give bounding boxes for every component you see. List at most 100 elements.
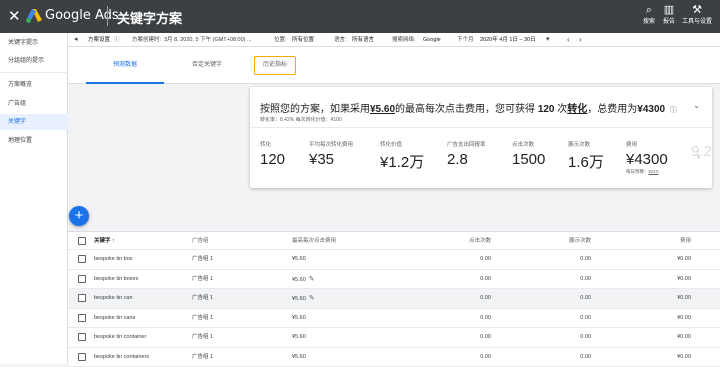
reports-button[interactable]: ▥ 报告 bbox=[658, 4, 680, 26]
info-icon[interactable]: ⓘ bbox=[114, 33, 120, 47]
keyword-cell[interactable]: bespoke tin containers bbox=[94, 348, 149, 367]
headline-prefix: 按照您的方案，如果采用 bbox=[260, 104, 370, 115]
headline-total-cost: ¥4300 bbox=[637, 104, 665, 115]
metric-conversions: 转化 120 bbox=[260, 140, 285, 168]
tools-settings-label: 工具与设置 bbox=[682, 19, 712, 25]
keyword-cell[interactable]: bespoke tin container bbox=[94, 328, 146, 347]
table-row[interactable]: bespoke tin container 广告组 1 ¥5.60 0.00 0… bbox=[68, 328, 720, 348]
forecast-tabs: 预测数据 否定关键字 历史指标 bbox=[68, 47, 720, 84]
column-header-ad-group[interactable]: 广告组 bbox=[192, 232, 209, 249]
keyword-cell[interactable]: bespoke tin box bbox=[94, 250, 133, 269]
cost-cell: ¥0.00 bbox=[595, 289, 691, 308]
daily-budget-value[interactable]: ¥210 bbox=[649, 169, 659, 174]
max-cpc-value: ¥5.60 bbox=[292, 296, 306, 302]
plan-settings-label[interactable]: 方案设置 bbox=[88, 33, 110, 47]
sidebar-item-grouped-ideas[interactable]: 分组组的提示 bbox=[0, 53, 68, 69]
max-cpc-cell[interactable]: ¥5.60 bbox=[292, 309, 306, 328]
column-header-impressions[interactable]: 展示次数 bbox=[495, 232, 591, 249]
ad-group-cell[interactable]: 广告组 1 bbox=[192, 250, 213, 269]
table-row[interactable]: bespoke tin can 广告组 1 ¥5.60✎ 0.00 0.00 ¥… bbox=[68, 289, 720, 309]
table-row[interactable]: bespoke tin box 广告组 1 ¥5.60 0.00 0.00 ¥0… bbox=[68, 250, 720, 270]
row-checkbox[interactable] bbox=[78, 314, 86, 322]
plan-settings-bar: ◂ 方案设置 ⓘ 方案创建时: 3月 8, 2020, 5 下午 (GMT+08… bbox=[68, 33, 720, 47]
clicks-cell: 0.00 bbox=[395, 270, 491, 289]
search-button[interactable]: ⌕ 搜索 bbox=[638, 4, 660, 26]
cost-cell: ¥0.00 bbox=[595, 270, 691, 289]
reports-label: 报告 bbox=[663, 19, 675, 25]
max-cpc-cell[interactable]: ¥5.60✎ bbox=[292, 289, 315, 308]
column-header-keyword[interactable]: 关键字 ↑ bbox=[94, 232, 115, 249]
select-all-checkbox[interactable] bbox=[78, 237, 86, 245]
created-value[interactable]: 3月 8, 2020, 5 下午 (GMT+08:00) ... bbox=[164, 33, 252, 47]
collapse-icon[interactable]: ◂ bbox=[74, 33, 78, 47]
chevron-right-icon[interactable]: › bbox=[697, 151, 700, 161]
row-checkbox[interactable] bbox=[78, 294, 86, 302]
headline-mid: 的最高每次点击费用，您可获得 bbox=[395, 104, 535, 115]
ad-group-cell[interactable]: 广告组 1 bbox=[192, 270, 213, 289]
table-row[interactable]: bespoke tin cans 广告组 1 ¥5.60 0.00 0.00 ¥… bbox=[68, 309, 720, 329]
impressions-cell: 0.00 bbox=[495, 270, 591, 289]
title-divider bbox=[107, 6, 108, 26]
row-checkbox[interactable] bbox=[78, 333, 86, 341]
next-period-icon[interactable]: › bbox=[579, 33, 582, 47]
sidebar-item-ad-groups[interactable]: 广告组 bbox=[0, 96, 68, 112]
language-value[interactable]: 所有语言 bbox=[352, 33, 374, 47]
network-value[interactable]: Google bbox=[423, 33, 441, 47]
clicks-cell: 0.00 bbox=[395, 289, 491, 308]
metric-value: 2.8 bbox=[447, 151, 486, 168]
conversion-settings-line[interactable]: 转化率：8.42% 每次转化价值：¥100 bbox=[260, 116, 342, 123]
google-ads-logo bbox=[26, 9, 42, 23]
max-cpc-cell[interactable]: ¥5.60✎ bbox=[292, 270, 315, 289]
date-dropdown-icon[interactable]: ▾ bbox=[546, 33, 550, 47]
metric-value: 120 bbox=[260, 151, 285, 168]
column-header-clicks[interactable]: 点击次数 bbox=[395, 232, 491, 249]
add-keyword-button[interactable]: + bbox=[69, 206, 89, 226]
edit-pencil-icon[interactable]: ✎ bbox=[309, 276, 315, 283]
prev-period-icon[interactable]: ‹ bbox=[567, 33, 570, 47]
tab-forecasts[interactable]: 预测数据 bbox=[86, 59, 164, 68]
ad-group-cell[interactable]: 广告组 1 bbox=[192, 348, 213, 367]
sidebar-item-keyword-ideas[interactable]: 关键字提示 bbox=[0, 35, 68, 51]
max-cpc-cell[interactable]: ¥5.60 bbox=[292, 328, 306, 347]
sidebar-item-keywords[interactable]: 关键字 bbox=[0, 114, 68, 130]
top-app-bar: ✕ Google Ads 关键字方案 ⌕ 搜索 ▥ 报告 ⚒ 工具与设置 bbox=[0, 0, 720, 33]
headline-bid[interactable]: ¥5.60 bbox=[370, 104, 395, 115]
metric-value: 1.6万 bbox=[568, 151, 604, 172]
keyword-cell[interactable]: bespoke tin cans bbox=[94, 309, 135, 328]
tab-negative-keywords[interactable]: 否定关键字 bbox=[168, 59, 246, 68]
keyword-cell[interactable]: bespoke tin can bbox=[94, 289, 133, 308]
date-range-value[interactable]: 2020年 4月 1日 – 30日 bbox=[480, 33, 536, 47]
column-header-max-cpc[interactable]: 最高每次点击费用 bbox=[292, 232, 336, 249]
close-icon[interactable]: ✕ bbox=[8, 7, 21, 25]
max-cpc-cell[interactable]: ¥5.60 bbox=[292, 250, 306, 269]
ad-group-cell[interactable]: 广告组 1 bbox=[192, 328, 213, 347]
chevron-down-icon[interactable]: ⌄ bbox=[693, 101, 700, 110]
headline-conversions-link[interactable]: 转化 bbox=[567, 104, 587, 115]
location-value[interactable]: 所有位置 bbox=[292, 33, 314, 47]
keyword-cell[interactable]: bespoke tin boxes bbox=[94, 270, 138, 289]
impressions-cell: 0.00 bbox=[495, 328, 591, 347]
page-title: 关键字方案 bbox=[117, 8, 182, 27]
keywords-table: 关键字 ↑ 广告组 最高每次点击费用 点击次数 展示次数 费用 bespoke … bbox=[68, 231, 720, 364]
headline-cost-label: ，总费用为 bbox=[587, 104, 637, 115]
column-header-cost[interactable]: 费用 bbox=[595, 232, 691, 249]
table-row[interactable]: bespoke tin containers 广告组 1 ¥5.60 0.00 … bbox=[68, 348, 720, 367]
sidebar-item-locations[interactable]: 地理位置 bbox=[0, 133, 68, 149]
row-checkbox[interactable] bbox=[78, 275, 86, 283]
metric-clicks: 点击次数 1500 bbox=[512, 140, 545, 168]
metric-label: 平均每次转化费用 bbox=[309, 140, 353, 148]
row-checkbox[interactable] bbox=[78, 353, 86, 361]
tab-historical-metrics[interactable]: 历史指标 bbox=[254, 59, 296, 68]
max-cpc-cell[interactable]: ¥5.60 bbox=[292, 348, 306, 367]
card-divider bbox=[250, 127, 712, 128]
table-row[interactable]: bespoke tin boxes 广告组 1 ¥5.60✎ 0.00 0.00… bbox=[68, 270, 720, 290]
tools-settings-button[interactable]: ⚒ 工具与设置 bbox=[682, 4, 712, 26]
ad-group-cell[interactable]: 广告组 1 bbox=[192, 289, 213, 308]
ad-group-cell[interactable]: 广告组 1 bbox=[192, 309, 213, 328]
sidebar-item-plan-overview[interactable]: 方案概览 bbox=[0, 77, 68, 93]
report-icon: ▥ bbox=[658, 4, 680, 17]
metric-overflow: 9.2 bbox=[691, 140, 712, 160]
row-checkbox[interactable] bbox=[78, 255, 86, 263]
edit-pencil-icon[interactable]: ✎ bbox=[309, 295, 315, 302]
help-icon[interactable]: ⓘ bbox=[670, 107, 677, 114]
